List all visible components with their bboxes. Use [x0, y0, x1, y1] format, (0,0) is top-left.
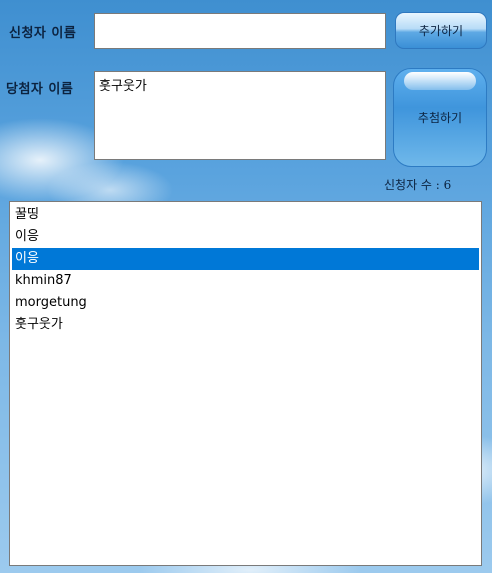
winner-name-textbox[interactable]: 훗구웃가: [94, 71, 386, 160]
applicant-count: 신청자 수 : 6: [384, 178, 452, 192]
list-item[interactable]: 이응: [12, 226, 479, 248]
list-item-selected[interactable]: 이응: [12, 248, 479, 270]
applicant-name-label: 신청자 이름: [9, 26, 77, 41]
list-item[interactable]: 훗구웃가: [12, 314, 479, 336]
draw-button[interactable]: 추첨하기: [393, 68, 487, 167]
add-button[interactable]: 추가하기: [395, 12, 487, 49]
applicant-listbox[interactable]: 꿀띵 이응 이응 khmin87 morgetung 훗구웃가: [9, 201, 482, 566]
add-button-label: 추가하기: [418, 24, 464, 38]
list-item[interactable]: 꿀띵: [12, 204, 479, 226]
button-gloss: [404, 72, 476, 90]
list-item[interactable]: khmin87: [12, 270, 479, 292]
list-item[interactable]: morgetung: [12, 292, 479, 314]
draw-button-label: 추첨하기: [417, 111, 463, 125]
winner-name-label: 당첨자 이름: [6, 82, 74, 97]
applicant-name-input[interactable]: [94, 13, 386, 49]
